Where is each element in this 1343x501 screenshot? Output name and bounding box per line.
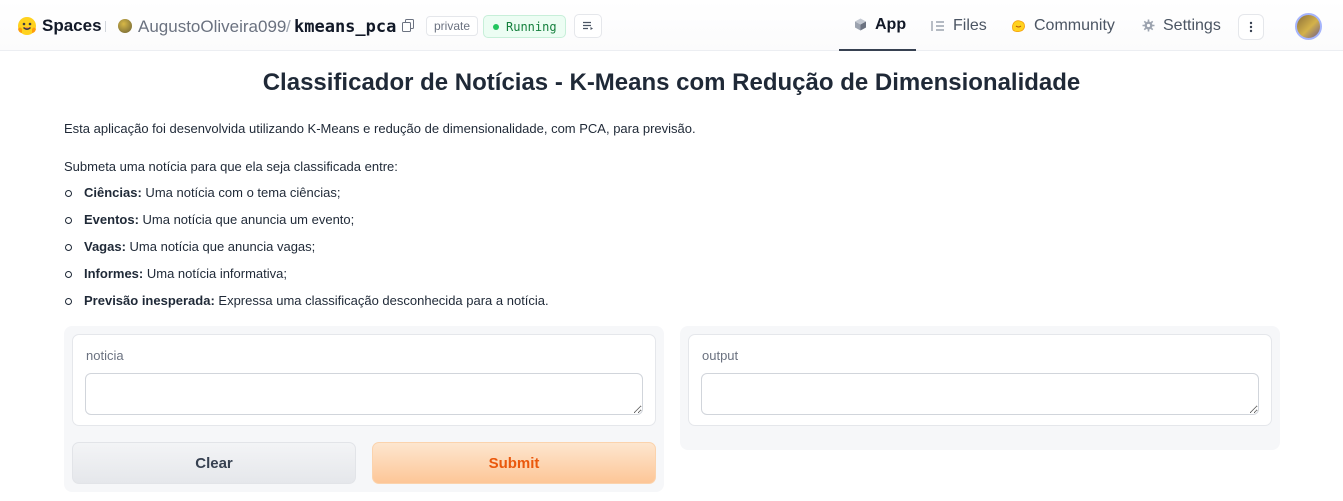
category-name: Ciências: — [84, 185, 142, 200]
category-list: Ciências: Uma notícia com o tema ciência… — [64, 185, 549, 320]
header-divider — [105, 21, 106, 32]
list-item: Vagas: Uma notícia que anuncia vagas; — [64, 239, 549, 266]
noticia-textarea[interactable] — [85, 373, 643, 415]
category-description: Uma notícia com o tema ciências; — [141, 185, 341, 200]
hugging-face-logo-icon[interactable] — [16, 15, 38, 37]
category-description: Uma notícia informativa; — [143, 266, 288, 281]
intro-paragraph: Esta aplicação foi desenvolvida utilizan… — [64, 121, 696, 136]
status-dot-icon — [493, 23, 499, 30]
category-name: Informes: — [84, 266, 144, 281]
category-description: Uma notícia que anuncia vagas; — [125, 239, 316, 254]
top-nav-bar: Spaces AugustoOliveira099 / kmeans_pca p… — [0, 0, 1343, 51]
files-icon — [931, 20, 945, 32]
more-options-button[interactable] — [1238, 14, 1264, 40]
output-label: output — [702, 348, 739, 363]
category-name: Previsão inesperada: — [84, 293, 215, 308]
noticia-label: noticia — [86, 348, 124, 363]
submit-button[interactable]: Submit — [372, 442, 656, 484]
owner-avatar[interactable] — [118, 19, 132, 33]
clear-button[interactable]: Clear — [72, 442, 356, 484]
spaces-link[interactable]: Spaces — [42, 15, 102, 37]
page-title: Classificador de Notícias - K-Means com … — [262, 69, 1081, 96]
tab-community-label: Community — [1034, 16, 1115, 34]
tab-settings-label: Settings — [1163, 16, 1221, 34]
status-badge[interactable]: Running — [483, 15, 566, 38]
visibility-badge: private — [426, 16, 479, 36]
tab-files[interactable]: Files — [931, 0, 987, 51]
submit-instructions: Submeta uma notícia para que ela seja cl… — [64, 159, 398, 174]
logs-button[interactable] — [574, 14, 602, 38]
tab-files-label: Files — [953, 16, 987, 34]
logs-icon — [583, 21, 593, 30]
status-label: Running — [506, 19, 557, 34]
tab-app[interactable]: App — [839, 0, 916, 51]
path-separator: / — [286, 17, 291, 36]
tab-community[interactable]: Community — [1011, 0, 1115, 51]
tab-app-label: App — [875, 15, 907, 33]
gear-icon — [1142, 19, 1155, 32]
category-name: Vagas: — [84, 239, 126, 254]
user-avatar[interactable] — [1295, 13, 1322, 40]
list-item: Informes: Uma notícia informativa; — [64, 266, 549, 293]
category-description: Expressa uma classificação desconhecida … — [214, 293, 549, 308]
list-item: Previsão inesperada: Expressa uma classi… — [64, 293, 549, 320]
category-name: Eventos: — [84, 212, 139, 227]
community-icon — [1011, 19, 1026, 33]
owner-link[interactable]: AugustoOliveira099 — [138, 16, 286, 38]
noticia-field: noticia — [72, 334, 656, 426]
output-field: output — [688, 334, 1272, 426]
list-item: Eventos: Uma notícia que anuncia um even… — [64, 212, 549, 239]
vertical-dots-icon — [1249, 21, 1253, 33]
repo-name-link[interactable]: kmeans_pca — [294, 16, 396, 38]
list-item: Ciências: Uma notícia com o tema ciência… — [64, 185, 549, 212]
output-textarea[interactable] — [701, 373, 1259, 415]
copy-icon[interactable] — [402, 19, 414, 32]
app-cube-icon — [854, 18, 867, 31]
tab-settings[interactable]: Settings — [1142, 0, 1221, 51]
category-description: Uma notícia que anuncia um evento; — [138, 212, 355, 227]
